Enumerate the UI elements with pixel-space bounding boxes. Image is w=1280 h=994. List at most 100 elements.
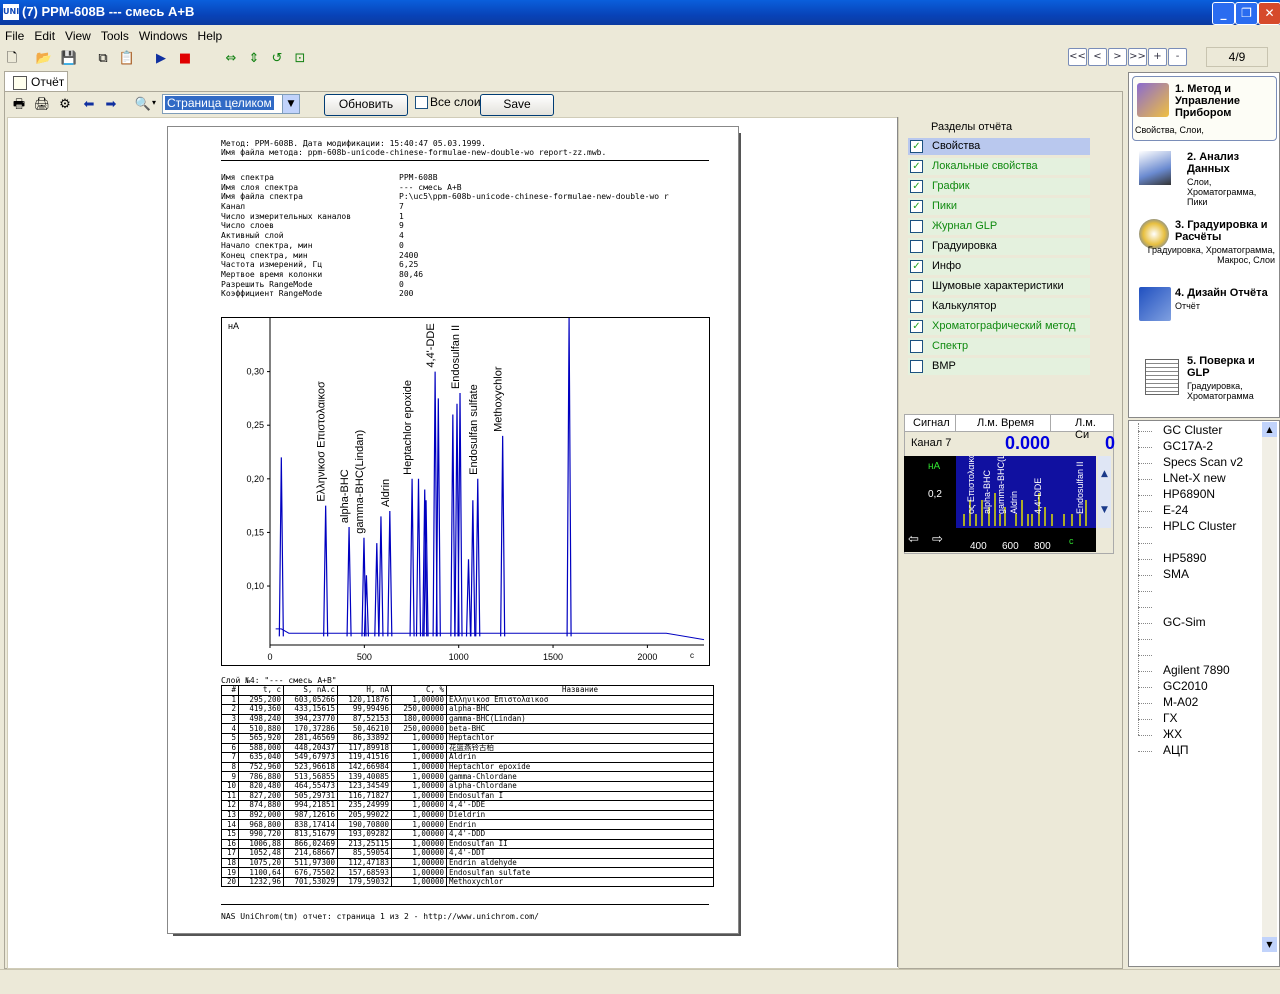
x-axis-label: c bbox=[690, 651, 694, 660]
refresh-button[interactable]: Обновить bbox=[324, 94, 408, 116]
device-item[interactable]: ГХ bbox=[1163, 711, 1178, 725]
minimize-button[interactable]: _ bbox=[1212, 2, 1235, 25]
device-item[interactable]: GC Cluster bbox=[1163, 423, 1222, 437]
run-icon[interactable]: ▶ bbox=[152, 50, 170, 68]
section-item[interactable]: ВМР bbox=[908, 358, 1090, 375]
fit-horizontal-icon[interactable]: ⇔ bbox=[222, 50, 240, 68]
prev-page-button[interactable]: < bbox=[1088, 48, 1107, 66]
forward-arrow-icon[interactable]: ➡ bbox=[102, 96, 120, 114]
save-button[interactable]: Save bbox=[480, 94, 554, 116]
menu-help[interactable]: Help bbox=[193, 26, 228, 43]
fit-vertical-icon[interactable]: ⇕ bbox=[245, 50, 263, 68]
paste-icon[interactable]: 📋 bbox=[118, 50, 136, 68]
splitter[interactable] bbox=[897, 117, 898, 967]
checkbox-checked-icon[interactable]: ✓ bbox=[910, 320, 923, 333]
device-item[interactable]: Specs Scan v2 bbox=[1163, 455, 1243, 469]
device-item[interactable]: GC2010 bbox=[1163, 679, 1208, 693]
section-item[interactable]: ✓ Хроматографический метод bbox=[908, 318, 1090, 335]
menu-tools[interactable]: Tools bbox=[96, 26, 134, 43]
tree-line bbox=[1138, 423, 1140, 735]
print-icon[interactable]: 🖨 bbox=[33, 96, 51, 114]
section-item[interactable]: Калькулятор bbox=[908, 298, 1090, 315]
table-cell: 994,21851 bbox=[283, 800, 338, 811]
checkbox-unchecked-icon[interactable] bbox=[910, 360, 923, 373]
open-icon[interactable]: 📂 bbox=[35, 50, 53, 68]
scroll-up-icon[interactable]: ▲ bbox=[1262, 422, 1277, 437]
checkbox-unchecked-icon[interactable] bbox=[910, 340, 923, 353]
device-item[interactable]: Agilent 7890 bbox=[1163, 663, 1230, 677]
table-cell: Dieldrin bbox=[446, 809, 714, 821]
section-item[interactable]: Градуировка bbox=[908, 238, 1090, 255]
table-cell: 786,880 bbox=[238, 771, 284, 782]
zoom-box-icon[interactable]: ⊡ bbox=[291, 50, 309, 68]
section-item[interactable]: ✓ Инфо bbox=[908, 258, 1090, 275]
next-page-button[interactable]: > bbox=[1108, 48, 1127, 66]
section-item[interactable]: ✓ Локальные свойства bbox=[908, 158, 1090, 175]
all-layers-checkbox[interactable] bbox=[415, 96, 428, 109]
checkbox-checked-icon[interactable]: ✓ bbox=[910, 180, 923, 193]
scroll-down-icon[interactable]: ▼ bbox=[1101, 505, 1108, 515]
property-value: P:\uc5\ppm-608b-unicode-chinese-formulae… bbox=[399, 192, 669, 202]
tree-connector bbox=[1138, 431, 1152, 432]
table-cell: 9 bbox=[221, 771, 239, 782]
undo-zoom-icon[interactable]: ↺ bbox=[268, 50, 286, 68]
checkbox-unchecked-icon[interactable] bbox=[910, 280, 923, 293]
device-item[interactable]: GC17A-2 bbox=[1163, 439, 1213, 453]
print-setup-icon[interactable]: 🖶 bbox=[10, 96, 28, 114]
export-icon[interactable]: ⚙ bbox=[56, 96, 74, 114]
scroll-down-icon[interactable]: ▼ bbox=[1262, 937, 1277, 952]
back-arrow-icon[interactable]: ⬅ bbox=[80, 96, 98, 114]
zoom-icon[interactable]: 🔍 bbox=[134, 96, 152, 114]
scroll-up-icon[interactable]: ▲ bbox=[1101, 469, 1108, 479]
section-item[interactable]: ✓ Свойства bbox=[908, 138, 1090, 155]
device-item[interactable]: HP5890 bbox=[1163, 551, 1206, 565]
section-item[interactable]: Спектр bbox=[908, 338, 1090, 355]
checkbox-unchecked-icon[interactable] bbox=[910, 300, 923, 313]
menu-view[interactable]: View bbox=[60, 26, 96, 43]
copy-icon[interactable]: ⧉ bbox=[94, 50, 112, 68]
new-icon[interactable]: 🗋 bbox=[3, 50, 21, 68]
section-item[interactable]: Шумовые характеристики bbox=[908, 278, 1090, 295]
add-page-button[interactable]: + bbox=[1148, 48, 1167, 66]
checkbox-checked-icon[interactable]: ✓ bbox=[910, 140, 923, 153]
zoom-select[interactable]: Страница целиком ▼ bbox=[162, 94, 300, 114]
device-item[interactable]: LNet-X new bbox=[1163, 471, 1226, 485]
section-item[interactable]: ✓ Пики bbox=[908, 198, 1090, 215]
pan-right-icon[interactable]: ⇨ bbox=[932, 532, 943, 547]
table-cell: 838,17414 bbox=[283, 819, 338, 830]
device-item[interactable]: HPLC Cluster bbox=[1163, 519, 1236, 533]
pan-left-icon[interactable]: ⇦ bbox=[908, 532, 919, 547]
device-item[interactable]: GC-Sim bbox=[1163, 615, 1206, 629]
checkbox-unchecked-icon[interactable] bbox=[910, 220, 923, 233]
first-page-button[interactable]: << bbox=[1068, 48, 1087, 66]
zoom-dropdown-arrow-icon[interactable]: ▾ bbox=[152, 98, 156, 107]
device-tree-scrollbar[interactable]: ▲ ▼ bbox=[1262, 422, 1277, 952]
device-item[interactable]: SMA bbox=[1163, 567, 1189, 581]
chromatogram-peak bbox=[457, 393, 463, 637]
remove-page-button[interactable]: - bbox=[1168, 48, 1187, 66]
checkbox-checked-icon[interactable]: ✓ bbox=[910, 260, 923, 273]
section-item[interactable]: ✓ График bbox=[908, 178, 1090, 195]
device-item[interactable]: HP6890N bbox=[1163, 487, 1215, 501]
device-item[interactable]: АЦП bbox=[1163, 743, 1189, 757]
stop-icon[interactable]: ■ bbox=[176, 50, 194, 68]
table-cell: 549,67973 bbox=[283, 752, 338, 763]
tab-report[interactable]: Отчёт bbox=[4, 71, 68, 92]
chevron-down-icon[interactable]: ▼ bbox=[282, 95, 299, 113]
section-item[interactable]: Журнал GLP bbox=[908, 218, 1090, 235]
menu-file[interactable]: File bbox=[0, 26, 29, 43]
last-page-button[interactable]: >> bbox=[1128, 48, 1147, 66]
checkbox-unchecked-icon[interactable] bbox=[910, 240, 923, 253]
device-item[interactable]: E-24 bbox=[1163, 503, 1188, 517]
device-item[interactable]: ЖХ bbox=[1163, 727, 1182, 741]
mini-scrollbar[interactable] bbox=[1098, 456, 1111, 528]
table-header-cell: S, nA.c bbox=[283, 685, 338, 696]
device-item[interactable]: M-A02 bbox=[1163, 695, 1198, 709]
save-icon[interactable]: 💾 bbox=[60, 50, 78, 68]
checkbox-checked-icon[interactable]: ✓ bbox=[910, 200, 923, 213]
menu-edit[interactable]: Edit bbox=[29, 26, 60, 43]
maximize-button[interactable]: ❐ bbox=[1235, 2, 1258, 25]
menu-windows[interactable]: Windows bbox=[134, 26, 193, 43]
checkbox-checked-icon[interactable]: ✓ bbox=[910, 160, 923, 173]
close-button[interactable]: ✕ bbox=[1258, 2, 1280, 25]
